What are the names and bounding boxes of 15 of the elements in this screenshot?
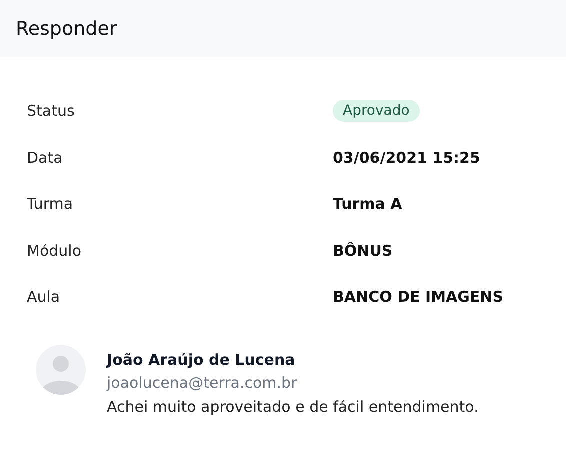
comment-text: Achei muito aproveitado e de fácil entendimento. — [107, 396, 479, 418]
field-label: Aula — [27, 288, 62, 306]
field-value: BÔNUS — [333, 242, 393, 260]
field-label: Status — [27, 102, 76, 120]
field-label: Módulo — [27, 242, 82, 260]
status-badge: Aprovado — [333, 100, 420, 122]
avatar-icon — [36, 344, 86, 394]
author-email: joaolucena@terra.com.br — [107, 372, 298, 394]
field-value: BANCO DE IMAGENS — [333, 288, 504, 306]
panel-title: Responder — [16, 18, 118, 40]
field-value: 03/06/2021 15:25 — [333, 148, 480, 167]
field-label: Data — [27, 148, 64, 167]
field-value: Turma A — [333, 195, 402, 214]
field-label: Turma — [27, 195, 74, 214]
author-name: João Araújo de Lucena — [107, 350, 296, 370]
